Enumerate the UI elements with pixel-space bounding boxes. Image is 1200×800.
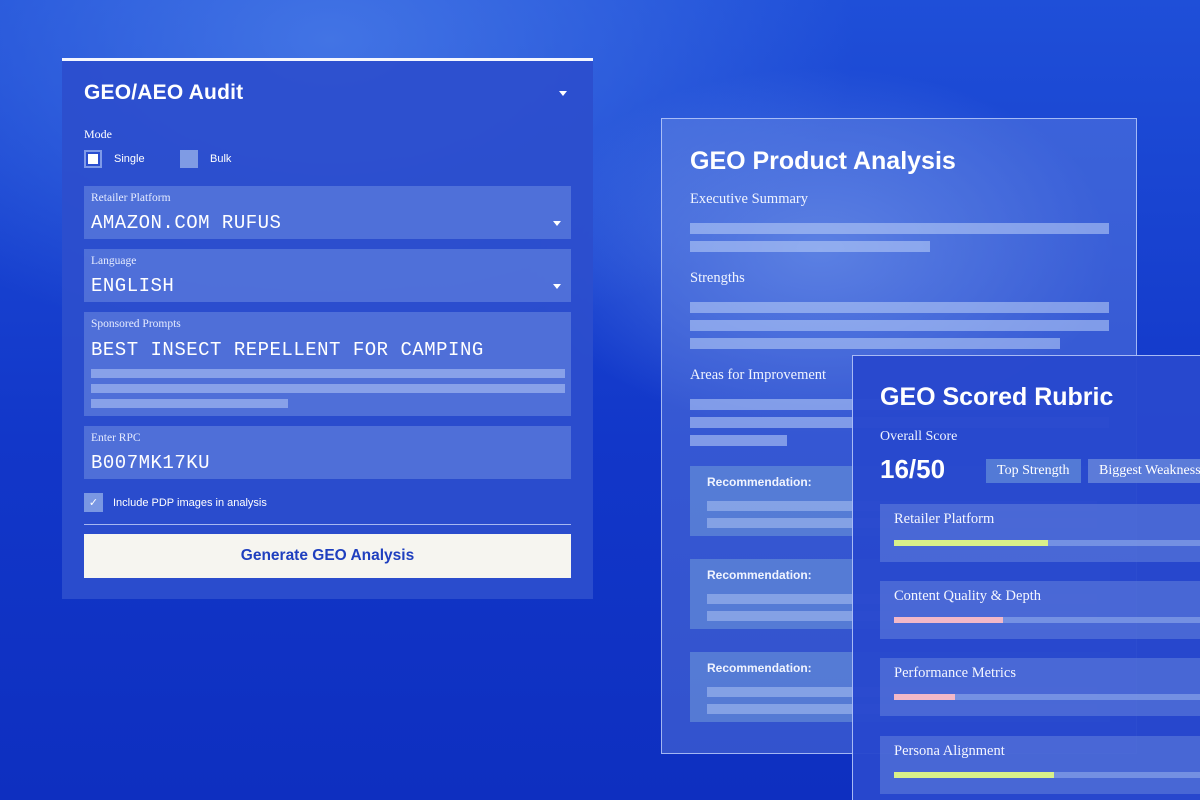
score-bar-track xyxy=(894,694,1200,700)
text-placeholder-line xyxy=(690,320,1109,331)
rubric-row: Persona Alignment xyxy=(880,736,1200,794)
recommendation-label: Recommendation: xyxy=(707,568,812,582)
text-placeholder-line xyxy=(91,399,288,408)
recommendation-label: Recommendation: xyxy=(707,475,812,489)
mode-option-label: Single xyxy=(114,153,145,165)
chevron-down-icon[interactable] xyxy=(553,221,561,226)
scored-rubric-panel: GEO Scored Rubric Overall Score 16/50 To… xyxy=(852,355,1200,800)
text-placeholder-line xyxy=(91,384,565,393)
analysis-title: GEO Product Analysis xyxy=(690,147,956,175)
score-bar-fill xyxy=(894,772,1054,778)
rubric-row-label: Retailer Platform xyxy=(894,511,995,527)
biggest-weakness-tab[interactable]: Biggest Weakness xyxy=(1088,459,1200,483)
field-value: AMAZON.COM RUFUS xyxy=(91,212,282,234)
field-value: BEST INSECT REPELLENT FOR CAMPING xyxy=(91,339,484,361)
rubric-row: Performance Metrics xyxy=(880,658,1200,716)
language-select[interactable]: Language ENGLISH xyxy=(84,249,571,302)
top-strength-tab[interactable]: Top Strength xyxy=(986,459,1081,483)
checkbox-label: Include PDP images in analysis xyxy=(113,496,267,509)
mode-option-single[interactable]: Single xyxy=(84,150,145,168)
collapse-caret-icon[interactable] xyxy=(559,91,567,96)
recommendation-label: Recommendation: xyxy=(707,661,812,675)
text-placeholder-line xyxy=(690,338,1060,349)
score-bar-fill xyxy=(894,694,955,700)
audit-title: GEO/AEO Audit xyxy=(84,81,244,104)
mode-label: Mode xyxy=(84,127,112,141)
rpc-input[interactable]: Enter RPC B007MK17KU xyxy=(84,426,571,479)
executive-summary-heading: Executive Summary xyxy=(690,191,808,207)
strengths-heading: Strengths xyxy=(690,270,745,286)
field-label: Enter RPC xyxy=(91,432,141,444)
field-label: Sponsored Prompts xyxy=(91,318,181,330)
text-placeholder-line xyxy=(690,241,930,252)
field-value: B007MK17KU xyxy=(91,452,211,474)
radio-selected-icon[interactable] xyxy=(84,150,102,168)
radio-unselected-icon[interactable] xyxy=(180,150,198,168)
field-label: Language xyxy=(91,255,137,267)
rubric-row: Retailer Platform xyxy=(880,504,1200,562)
score-bar-track xyxy=(894,772,1200,778)
text-placeholder-line xyxy=(690,223,1109,234)
mode-option-bulk[interactable]: Bulk xyxy=(180,150,231,168)
rubric-row-label: Persona Alignment xyxy=(894,743,1005,759)
score-bar-track xyxy=(894,617,1200,623)
score-bar-fill xyxy=(894,617,1003,623)
include-images-checkbox[interactable]: ✓ Include PDP images in analysis xyxy=(84,493,267,512)
checkmark-icon[interactable]: ✓ xyxy=(84,493,103,512)
overall-score-label: Overall Score xyxy=(880,429,958,444)
rubric-row-label: Content Quality & Depth xyxy=(894,588,1041,604)
retailer-platform-select[interactable]: Retailer Platform AMAZON.COM RUFUS xyxy=(84,186,571,239)
audit-panel: GEO/AEO Audit Mode Single Bulk Retailer … xyxy=(62,58,593,599)
rubric-title: GEO Scored Rubric xyxy=(880,383,1114,411)
overall-score-value: 16/50 xyxy=(880,454,946,484)
score-bar-fill xyxy=(894,540,1048,546)
divider xyxy=(84,524,571,525)
mode-option-label: Bulk xyxy=(210,153,232,165)
rubric-row-label: Performance Metrics xyxy=(894,665,1016,681)
sponsored-prompts-textarea[interactable]: Sponsored Prompts BEST INSECT REPELLENT … xyxy=(84,312,571,416)
rubric-row: Content Quality & Depth xyxy=(880,581,1200,639)
text-placeholder-line xyxy=(690,302,1109,313)
field-value: ENGLISH xyxy=(91,275,175,297)
text-placeholder-line xyxy=(91,369,565,378)
chevron-down-icon[interactable] xyxy=(553,284,561,289)
field-label: Retailer Platform xyxy=(91,192,171,204)
generate-analysis-button[interactable]: Generate GEO Analysis xyxy=(84,534,571,578)
score-bar-track xyxy=(894,540,1200,546)
text-placeholder-line xyxy=(690,435,787,446)
improvement-heading: Areas for Improvement xyxy=(690,367,827,383)
